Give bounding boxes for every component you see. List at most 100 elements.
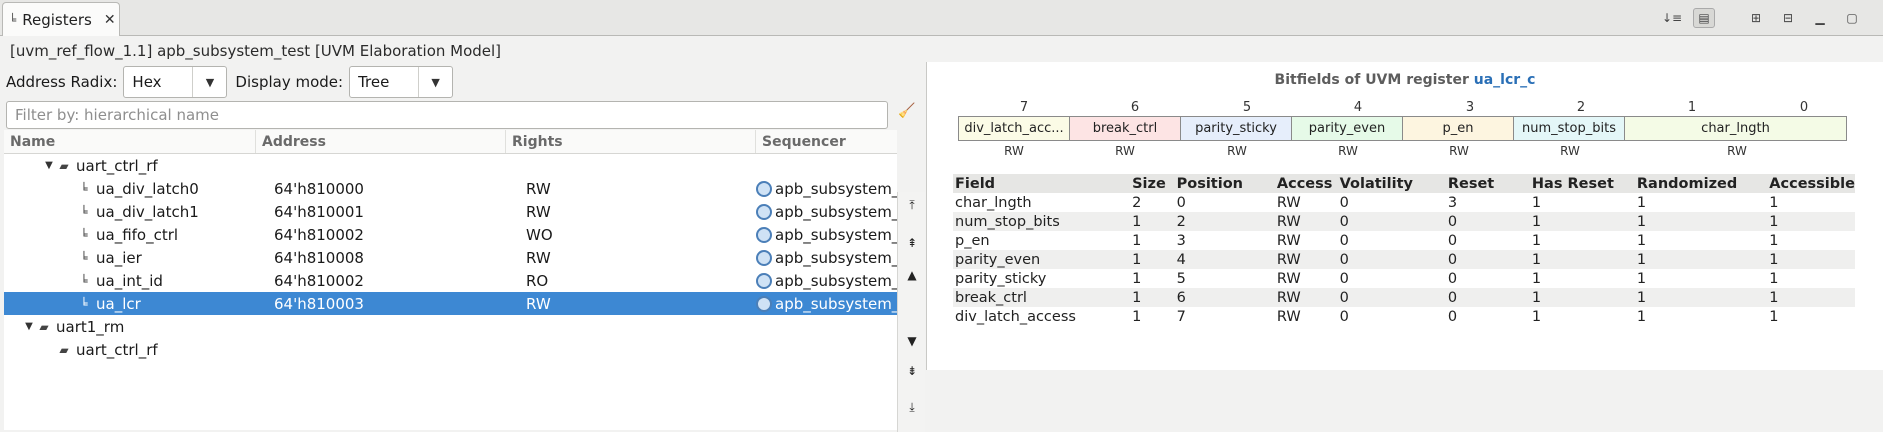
field-cell: 1 [1531,270,1542,287]
bit-number: 3 [1465,100,1475,115]
scroll-down-icon[interactable]: ▼ [902,332,922,350]
column-header-sequencer[interactable]: Sequencer [756,130,897,153]
field-cell: 1 [1636,194,1647,211]
table-row[interactable]: ╘ ua_int_id 64'h810002 RO apb_subsystem_t… [4,269,897,292]
table-row[interactable]: ▼ ▰ uart1_rm [4,315,897,338]
scroll-up-icon[interactable]: ▲ [902,266,922,284]
collapse-arrow-icon[interactable]: ▼ [22,321,36,332]
field-row: p_en 1 3 RW 0 0 1 1 1 [953,231,1855,250]
address-radix-label: Address Radix: [6,73,118,91]
chevron-down-icon[interactable]: ▼ [418,67,452,97]
register-tree-pane: Address Radix: Hex ▼ Display mode: Tree … [0,62,926,432]
field-cell: 1 [1769,232,1779,249]
field-cell: RW [1274,212,1338,231]
bitfield-box[interactable]: div_latch_acc... [958,116,1070,141]
field-cell: break_ctrl [953,288,1131,307]
table-row[interactable]: ╘ ua_ier 64'h810008 RW apb_subsystem_test [4,246,897,269]
row-name: ua_fifo_ctrl [96,225,179,244]
field-cell: 1 [1769,308,1779,325]
register-icon: ╘ [80,204,88,219]
row-sequencer: apb_subsystem_test [775,271,897,290]
field-cell: 1 [1529,288,1635,307]
row-sequencer: apb_subsystem_test [775,294,897,313]
maximize-icon[interactable]: ▢ [1841,8,1863,28]
bitfield-box[interactable]: break_ctrl [1069,116,1181,141]
row-name: ua_div_latch0 [96,179,199,198]
display-mode-value: Tree [358,73,390,91]
table-row[interactable]: ▼ ▰ uart_ctrl_rf [4,154,897,177]
close-icon[interactable]: ✕ [104,12,116,28]
field-cell: 0 [1339,308,1349,325]
field-cell: 1 [1130,288,1175,307]
field-cell: 0 [1445,288,1530,307]
filter-input[interactable]: Filter by: hierarchical name [6,101,888,129]
row-rights: WO [526,225,553,244]
field-cell: 0 [1339,194,1349,211]
page-down-icon[interactable]: ⇟ [902,362,922,380]
register-file-icon: ▰ [59,158,69,173]
row-name: ua_ier [96,248,142,267]
scroll-to-top-icon[interactable]: ⤒ [902,196,922,214]
bit-number: 6 [1130,100,1140,115]
register-link[interactable]: ua_lcr_c [1474,72,1536,88]
field-cell: div_latch_access [955,308,1076,325]
page-up-icon[interactable]: ⇞ [902,234,922,252]
column-header-address[interactable]: Address [256,130,506,153]
display-mode-select[interactable]: Tree ▼ [349,66,454,98]
fields-table: Field Size Position Access Volatility Re… [953,174,1855,326]
bitfield-access: RW [1004,144,1024,158]
field-cell: 0 [1339,232,1349,249]
collapse-all-icon[interactable]: ⊟ [1777,8,1799,28]
view-tab-bar: ╘ Registers ✕ ↓≡ ▤ ⊞ ⊟ ▁ ▢ [0,0,1883,36]
collapse-arrow-icon[interactable]: ▼ [42,160,56,171]
header-has-reset: Has Reset [1529,174,1635,193]
sort-icon[interactable]: ↓≡ [1661,8,1683,28]
field-cell: 1 [1531,194,1542,211]
bitfields-title: Bitfields of UVM register ua_lcr_c [927,72,1883,88]
field-cell: 2 [1174,212,1275,231]
table-row[interactable]: ▰ uart_ctrl_rf [4,338,897,361]
column-header-rights[interactable]: Rights [506,130,756,153]
row-rights: RW [526,179,551,198]
row-address: 64'h810000 [274,179,364,198]
bitfield-access: RW [1338,144,1358,158]
field-cell: RW [1276,308,1301,325]
address-radix-select[interactable]: Hex ▼ [123,66,228,98]
row-address: 64'h810008 [274,248,364,267]
table-row[interactable]: ╘ ua_div_latch1 64'h810001 RW apb_subsyst… [4,200,897,223]
register-model-icon: ▰ [39,319,49,334]
row-address: 64'h810001 [274,202,364,221]
display-mode-label: Display mode: [235,73,344,91]
registers-tab[interactable]: ╘ Registers ✕ [2,2,120,36]
field-cell: 6 [1174,288,1275,307]
minimize-icon[interactable]: ▁ [1809,8,1831,28]
show-details-icon[interactable]: ▤ [1693,8,1715,28]
field-cell: parity_even [953,250,1131,269]
table-row[interactable]: ╘ ua_div_latch0 64'h810000 RW apb_subsyst… [4,177,897,200]
row-name: ua_lcr [96,294,141,313]
column-header-name[interactable]: Name [4,130,256,153]
field-cell: 1 [1767,250,1855,269]
bitfield-box[interactable]: parity_sticky [1180,116,1292,141]
bitfield-box[interactable]: parity_even [1291,116,1403,141]
sequencer-icon [756,272,772,289]
field-cell: 0 [1447,232,1458,249]
expand-all-icon[interactable]: ⊞ [1745,8,1767,28]
field-cell: RW [1274,250,1338,269]
table-row-selected[interactable]: ╘ ua_lcr 64'h810003 RW apb_subsystem_test [4,292,897,315]
chevron-down-icon[interactable]: ▼ [192,67,226,97]
table-row[interactable]: ╘ ua_fifo_ctrl 64'h810002 WO apb_subsyste… [4,223,897,246]
field-cell: 7 [1176,308,1186,325]
register-table: Name Address Rights Sequencer ▼ ▰ uart_ctr… [4,130,897,430]
bitfield-box[interactable]: num_stop_bits [1513,116,1625,141]
bit-number: 0 [1799,100,1809,115]
field-cell: 1 [1529,250,1635,269]
field-cell: 1 [1132,232,1142,249]
clear-filter-icon[interactable]: 🧹 [898,103,918,125]
bitfield-box[interactable]: char_lngth [1624,116,1847,141]
bitfield-box[interactable]: p_en [1402,116,1514,141]
field-row: div_latch_access 1 7 RW 0 0 1 1 1 [953,307,1855,326]
bitfield-access: RW [1560,144,1580,158]
row-address: 64'h810002 [274,225,364,244]
scroll-to-bottom-icon[interactable]: ⤓ [902,398,922,416]
